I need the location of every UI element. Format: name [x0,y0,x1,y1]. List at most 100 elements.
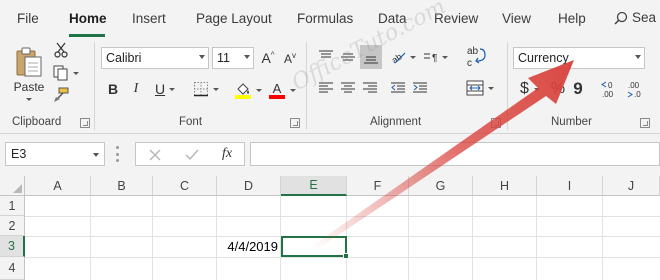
column-header-b[interactable]: B [91,176,153,196]
decrease-decimal-button[interactable]: .00 .0 [626,78,648,100]
row-header-2[interactable]: 2 [0,216,25,236]
svg-text:.00: .00 [628,81,640,90]
middle-align-button[interactable] [338,47,358,67]
italic-button[interactable]: I [127,79,145,99]
increase-indent-icon [413,82,427,93]
resize-handle-icon[interactable] [116,146,119,162]
borders-dropdown-icon [213,87,219,91]
align-bottom-icon [364,56,378,64]
wrap-text-icon: ab c [467,46,486,69]
name-box[interactable]: E3 [5,142,105,166]
cell-d3-value: 4/4/2019 [227,239,278,254]
font-size-value: 11 [217,51,230,65]
search-tab[interactable]: Sea [614,10,656,25]
formula-input[interactable] [250,142,660,166]
align-center-button[interactable] [338,78,358,98]
cancel-icon[interactable] [148,148,162,162]
column-header-a[interactable]: A [25,176,91,196]
align-left-icon [319,82,333,93]
column-header-c[interactable]: C [153,176,217,196]
clipboard-group-label: Clipboard [12,116,62,128]
chevron-down-icon [93,153,99,157]
increase-indent-button[interactable] [410,78,430,98]
svg-text:ab: ab [389,51,403,65]
search-icon [614,11,628,25]
grow-font-button[interactable]: A^ [258,47,278,69]
paste-button[interactable]: Paste [10,40,48,106]
tab-file[interactable]: File [17,11,39,26]
decrease-decimal-icon: .00 .0 [627,81,641,99]
group-divider [507,42,508,130]
number-format-select[interactable]: Currency [513,47,645,69]
svg-text:ab: ab [467,46,479,57]
format-painter-button[interactable] [52,86,70,104]
tab-formulas[interactable]: Formulas [297,11,353,26]
tab-insert[interactable]: Insert [132,11,166,26]
align-right-button[interactable] [360,78,380,98]
column-header-j[interactable]: J [603,176,660,196]
font-family-select[interactable]: Calibri [101,47,209,69]
row-header-4[interactable]: 4 [0,257,25,280]
enter-check-icon[interactable] [185,148,199,162]
alignment-launcher-icon[interactable] [491,118,501,128]
tab-home[interactable]: Home [69,11,107,26]
orientation-button[interactable]: ab [386,47,418,67]
chevron-down-icon [199,55,205,59]
number-group-label: Number [551,116,592,128]
copy-icon [53,65,68,81]
tab-view[interactable]: View [502,11,531,26]
cell-d3[interactable]: 4/4/2019 [217,236,281,257]
tab-data[interactable]: Data [378,11,407,26]
group-divider [306,42,307,130]
chevron-down-icon [244,55,250,59]
paste-label: Paste [13,79,45,94]
cut-button[interactable] [52,41,70,59]
align-top-icon [319,50,333,58]
underline-button[interactable]: U [150,79,180,99]
grow-font-icon: A^ [261,50,275,66]
wrap-text-button[interactable]: ab c [463,43,489,71]
merge-dropdown-icon [488,86,494,90]
group-divider [94,42,95,130]
alignment-group-label: Alignment [370,116,422,128]
number-launcher-icon[interactable] [640,118,650,128]
column-header-i[interactable]: I [537,176,603,196]
font-size-select[interactable]: 11 [212,47,254,69]
clipboard-launcher-icon[interactable] [80,118,90,128]
format-painter-icon [54,87,69,102]
merge-center-button[interactable] [462,78,498,98]
percent-style-button[interactable]: % [548,78,568,100]
font-color-button[interactable]: A [266,79,298,101]
font-launcher-icon[interactable] [290,118,300,128]
copy-button[interactable] [52,64,80,82]
tab-help[interactable]: Help [558,11,586,26]
top-align-button[interactable] [316,47,336,67]
shrink-font-button[interactable]: Av [280,47,300,69]
text-direction-button[interactable]: ¶ [420,47,450,67]
column-header-f[interactable]: F [347,176,409,196]
accounting-format-button[interactable]: $ [515,78,545,100]
row-header-1[interactable]: 1 [0,196,25,216]
fill-color-button[interactable] [232,79,264,101]
tab-page-layout[interactable]: Page Layout [196,11,272,26]
paste-icon [16,47,42,76]
bold-button[interactable]: B [104,79,122,99]
active-cell-e3[interactable] [281,236,347,257]
comma-style-button[interactable]: 9 [570,78,586,100]
column-header-h[interactable]: H [473,176,537,196]
orientation-dropdown-icon [409,55,416,59]
select-all-button[interactable] [0,176,25,196]
insert-function-icon[interactable]: fx [222,146,232,162]
fill-handle[interactable] [343,253,349,259]
tab-review[interactable]: Review [434,11,478,26]
align-left-button[interactable] [316,78,336,98]
column-header-g[interactable]: G [409,176,473,196]
column-header-e[interactable]: E [281,176,347,196]
column-header-d[interactable]: D [217,176,281,196]
borders-button[interactable] [190,79,222,99]
borders-icon [194,82,208,97]
row-header-3[interactable]: 3 [0,236,25,257]
increase-decimal-button[interactable]: 0 .00 [600,78,622,100]
decrease-indent-button[interactable] [388,78,408,98]
bottom-align-button[interactable] [360,45,382,69]
